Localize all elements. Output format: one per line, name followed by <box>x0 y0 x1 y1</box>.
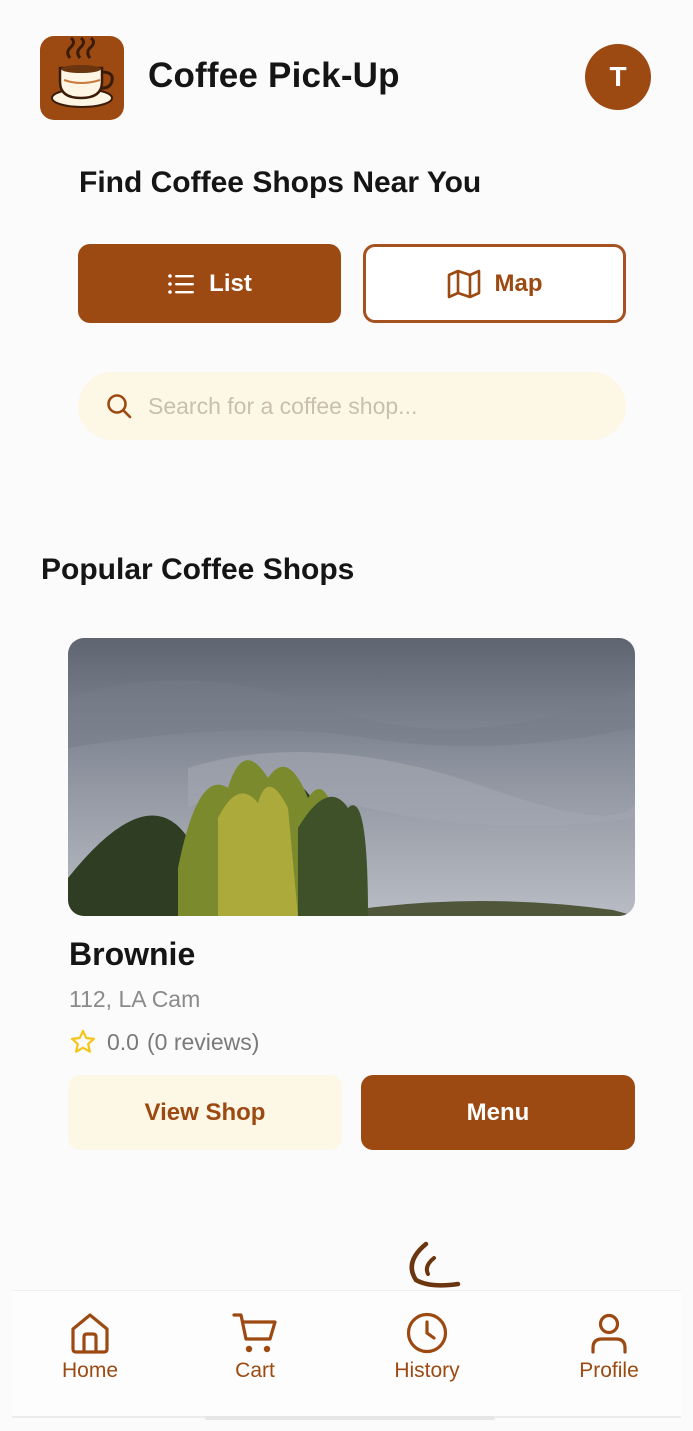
profile-avatar[interactable]: T <box>585 44 651 110</box>
search-input[interactable] <box>148 392 588 420</box>
search-icon <box>106 393 132 419</box>
tab-profile-label: Profile <box>579 1359 639 1382</box>
tab-profile[interactable]: Profile <box>549 1311 669 1383</box>
clock-icon <box>406 1312 448 1354</box>
loading-spinner <box>400 1240 462 1292</box>
shop-rating: 0.0 (0 reviews) <box>69 1028 259 1056</box>
shop-address: 112, LA Cam <box>69 986 201 1012</box>
tab-cart-label: Cart <box>235 1359 275 1382</box>
bottom-tab-bar: Home Cart History Profile <box>12 1290 681 1418</box>
shop-image[interactable] <box>68 638 635 916</box>
user-icon <box>591 1313 627 1354</box>
menu-button[interactable]: Menu <box>361 1075 635 1150</box>
app-header: Coffee Pick-Up T <box>0 0 693 130</box>
home-indicator <box>205 1416 495 1420</box>
shop-card: Brownie 112, LA Cam 0.0 (0 reviews) View… <box>68 638 635 1158</box>
list-view-button[interactable]: List <box>78 244 341 323</box>
popular-shops-title: Popular Coffee Shops <box>41 553 355 586</box>
map-view-label: Map <box>494 269 543 297</box>
shop-name: Brownie <box>69 936 196 972</box>
page-title: Find Coffee Shops Near You <box>79 166 482 199</box>
home-icon <box>71 1313 109 1354</box>
list-view-label: List <box>209 269 252 297</box>
coffee-cup-icon <box>51 36 114 108</box>
map-view-button[interactable]: Map <box>363 244 626 323</box>
view-shop-button[interactable]: View Shop <box>68 1075 342 1150</box>
rating-value: 0.0 <box>107 1028 139 1055</box>
app-title: Coffee Pick-Up <box>148 56 400 95</box>
tab-home-label: Home <box>61 1359 119 1382</box>
tab-history-label: History <box>394 1359 460 1382</box>
tab-cart[interactable]: Cart <box>195 1311 315 1383</box>
star-icon <box>70 1029 96 1053</box>
cart-icon <box>232 1313 277 1353</box>
app-logo <box>40 36 124 120</box>
map-icon <box>447 269 480 298</box>
list-icon <box>168 273 195 294</box>
review-count: (0 reviews) <box>146 1028 260 1055</box>
tab-history[interactable]: History <box>367 1311 487 1383</box>
tab-home[interactable]: Home <box>30 1311 150 1383</box>
search-bar[interactable] <box>78 372 626 440</box>
